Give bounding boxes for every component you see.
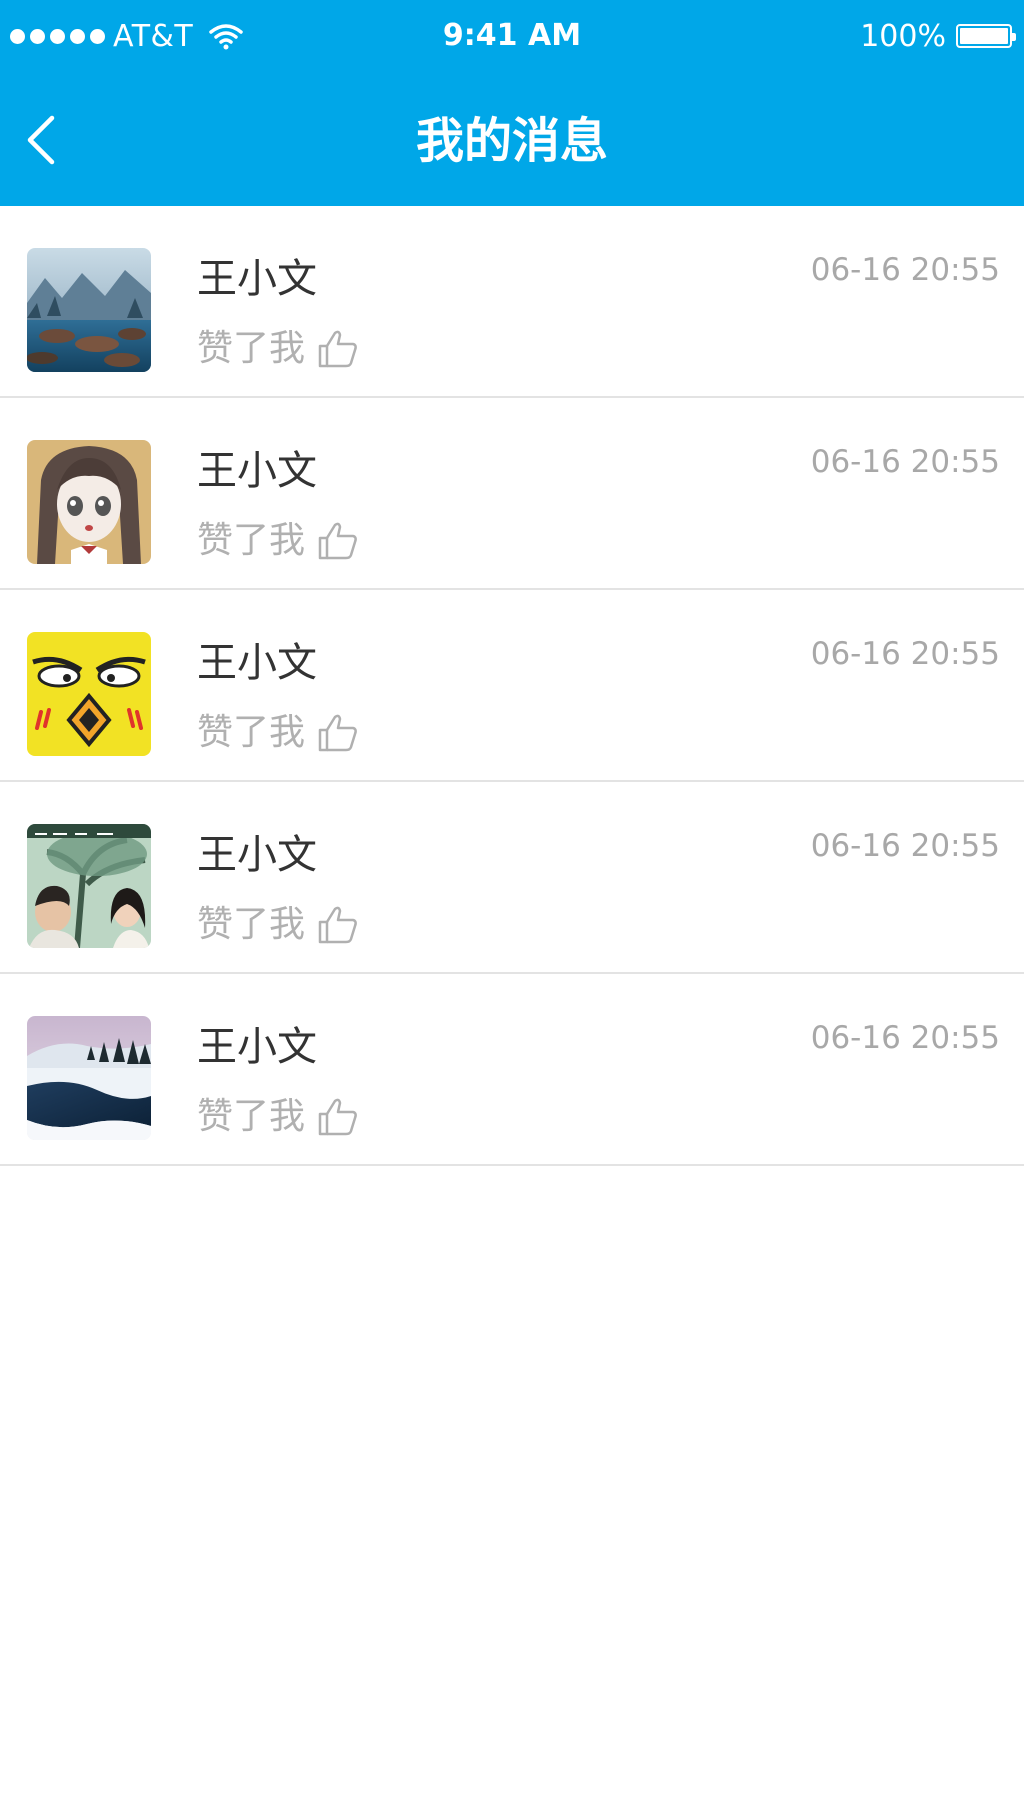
message-list: 王小文 赞了我 06-16 20:55 王小文 赞了我 06-16 20:55 … (0, 206, 1024, 1166)
sender-name: 王小文 (197, 640, 317, 686)
message-time: 06-16 20:55 (810, 1020, 1000, 1056)
message-row[interactable]: 王小文 赞了我 06-16 20:55 (0, 590, 1024, 782)
action-text: 赞了我 (197, 520, 306, 561)
mountain-lake-avatar[interactable] (27, 248, 151, 372)
header: AT&T 9:41 AM 100% 我的消息 (0, 0, 1024, 206)
sender-name: 王小文 (197, 448, 317, 494)
message-action: 赞了我 (197, 900, 359, 950)
message-time: 06-16 20:55 (810, 828, 1000, 864)
battery-icon (956, 24, 1016, 48)
message-time: 06-16 20:55 (810, 444, 1000, 480)
action-text: 赞了我 (197, 712, 306, 753)
status-bar: AT&T 9:41 AM 100% (0, 0, 1024, 70)
message-row[interactable]: 王小文 赞了我 06-16 20:55 (0, 974, 1024, 1166)
sender-name: 王小文 (197, 1024, 317, 1070)
message-row[interactable]: 王小文 赞了我 06-16 20:55 (0, 782, 1024, 974)
battery-percent: 100% (860, 18, 946, 54)
couple-photo-avatar[interactable] (27, 824, 151, 948)
message-action: 赞了我 (197, 708, 359, 758)
action-text: 赞了我 (197, 1096, 306, 1137)
action-text: 赞了我 (197, 328, 306, 369)
sender-name: 王小文 (197, 832, 317, 878)
thumbs-up-icon (318, 522, 357, 560)
message-time: 06-16 20:55 (810, 252, 1000, 288)
message-action: 赞了我 (197, 1092, 359, 1142)
sender-name: 王小文 (197, 256, 317, 302)
thumbs-up-icon (318, 714, 357, 752)
message-row[interactable]: 王小文 赞了我 06-16 20:55 (0, 206, 1024, 398)
thumbs-up-icon (318, 906, 357, 944)
thumbs-up-icon (318, 1098, 357, 1136)
navigation-bar: 我的消息 (0, 70, 1024, 206)
anime-girl-avatar[interactable] (27, 440, 151, 564)
message-action: 赞了我 (197, 324, 359, 374)
snowy-river-avatar[interactable] (27, 1016, 151, 1140)
page-title: 我的消息 (415, 113, 608, 169)
action-text: 赞了我 (197, 904, 306, 945)
thumbs-up-icon (318, 330, 357, 368)
status-right: 100% (860, 16, 1016, 56)
message-action: 赞了我 (197, 516, 359, 566)
yellow-bird-avatar[interactable] (27, 632, 151, 756)
message-time: 06-16 20:55 (810, 636, 1000, 672)
message-row[interactable]: 王小文 赞了我 06-16 20:55 (0, 398, 1024, 590)
